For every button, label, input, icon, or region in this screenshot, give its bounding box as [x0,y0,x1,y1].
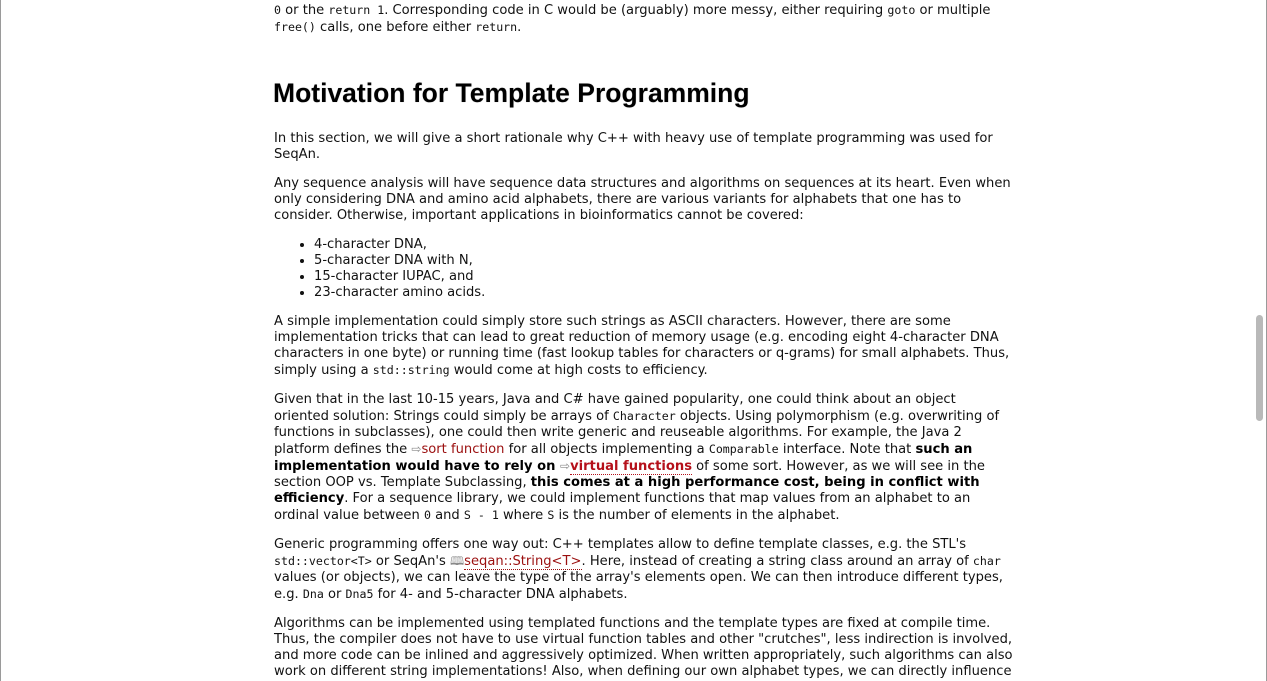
text: for all objects implementing a [504,442,709,457]
inline-code: std::string [372,363,450,377]
inline-code: char [972,554,1001,568]
list-item: 4-character DNA, [314,237,1014,253]
book-icon: 🕮 [449,554,465,568]
inline-code: Character [612,409,676,423]
article-content: 0 or the return 1. Corresponding code in… [273,2,1014,681]
text: or SeqAn's [371,554,450,569]
link-text: virtual functions [570,459,692,475]
sort-function-link[interactable]: ⇨sort function [411,442,504,457]
text: and [430,508,464,523]
paragraph-algorithms: Algorithms can be implemented using temp… [274,616,1013,681]
text: where [498,508,548,523]
alphabet-list: 4-character DNA, 5-character DNA with N,… [274,237,1014,301]
inline-code: 0 [274,3,281,17]
list-item: 23-character amino acids. [314,285,1014,301]
text: or [323,587,346,602]
paragraph-rationale: In this section, we will give a short ra… [274,131,993,162]
paragraph-sequence-analysis: Any sequence analysis will have sequence… [274,176,1011,223]
inline-code: Dna5 [345,587,374,601]
inline-code: Comparable [708,442,779,456]
text: calls, one before either [315,20,476,35]
link-text: seqan::String<T> [464,554,582,570]
page: { "p0": { "s1": "0", "s2": " or the ", "… [0,0,1267,681]
text: . Corresponding code in C would be (argu… [384,3,888,18]
inline-code: return 1 [328,3,385,17]
paragraph-object-oriented: Given that in the last 10-15 years, Java… [274,392,1014,524]
text: or multiple [915,3,991,18]
inline-code: return [475,20,518,34]
seqan-string-link[interactable]: 🕮seqan::String<T> [449,554,582,570]
vertical-scrollbar-thumb[interactable] [1256,315,1263,421]
external-link-icon: ⇨ [560,459,571,473]
inline-code: Dna [302,587,324,601]
paragraph-simple-implementation: A simple implementation could simply sto… [274,314,1014,379]
text: . [517,20,522,35]
window-border-left [0,0,1,681]
text: interface. Note that [778,442,916,457]
list-item: 15-character IUPAC, and [314,269,1014,285]
inline-code: std::vector<T> [274,554,372,568]
text: for 4- and 5-character DNA alphabets. [373,587,628,602]
link-text: sort function [421,442,505,457]
paragraph-intro-tail: 0 or the return 1. Corresponding code in… [274,2,1014,36]
text: Generic programming offers one way out: … [274,537,967,552]
list-item: 5-character DNA with N, [314,253,1014,269]
text: is the number of elements in the alphabe… [554,508,840,523]
text: would come at high costs to efficiency. [449,363,708,378]
inline-code: free() [274,20,316,34]
text: . Here, instead of creating a string cla… [581,554,973,569]
paragraph-generic-programming: Generic programming offers one way out: … [274,537,1014,603]
external-link-icon: ⇨ [411,442,422,456]
virtual-functions-link[interactable]: ⇨virtual functions [560,459,692,475]
inline-code: goto [887,3,916,17]
section-heading: Motivation for Template Programming [273,78,750,108]
inline-code: 0 [423,508,431,522]
text: or the [280,3,329,18]
inline-code: S - 1 [463,508,499,522]
